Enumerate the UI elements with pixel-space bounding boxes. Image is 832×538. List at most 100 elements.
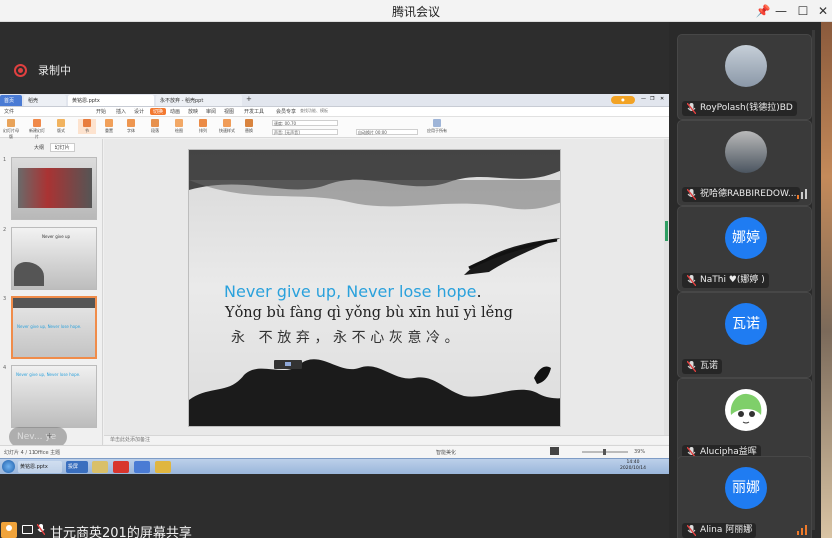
ribbon-quick-style[interactable]: 快速样式 [218,119,236,134]
thumb-number: 3 [3,296,7,302]
tab-home[interactable]: 首页 [0,95,22,106]
thumb-ink-shape [14,262,44,286]
menu-transition[interactable]: 切换 [150,108,167,115]
ribbon-section[interactable]: 节 [78,119,96,134]
avatar [725,131,767,173]
slide-thumbnail-pane: 大纲 幻灯片 1 2 Never give up 3 Never give up… [0,139,103,447]
auto-advance-field[interactable]: 自动换片 00:00 [356,129,418,135]
avatar: 瓦诺 [725,303,767,345]
slide-thumb-2[interactable]: Never give up [11,227,97,290]
muted-mic-icon [687,275,696,286]
thumb-image [18,168,92,208]
panel-scrollbar[interactable] [812,30,815,530]
tab-slides[interactable]: 幻灯片 [49,143,75,152]
ribbon-font[interactable]: 字体 [122,119,140,134]
user-pill[interactable]: ● [611,96,635,104]
menu-animation[interactable]: 动画 [170,108,180,115]
participant-name: 瓦诺 [682,359,723,374]
participant-card[interactable]: 丽娜 Alina 阿丽娜 [677,456,812,538]
participant-card[interactable]: RoyPolash(钱德拉)BD [677,34,812,120]
restore-icon[interactable]: ❐ [650,96,654,102]
ribbon-master[interactable]: 幻灯片母版 [2,119,20,140]
participant-card[interactable]: 娜婷 NaThi ♥(娜婷 ) [677,206,812,292]
participant-name: NaThi ♥(娜婷 ) [682,273,769,288]
menu-member[interactable]: 会员专享 [276,108,296,115]
menu-file[interactable]: 文件 [4,108,14,115]
recording-indicator[interactable]: 录制中 [14,62,71,78]
name-text: RoyPolash(钱德拉)BD [700,103,793,113]
play-icon[interactable] [550,447,559,455]
menu-developer[interactable]: 开发工具 [244,108,264,115]
meeting-icon[interactable] [134,461,150,473]
menu-view[interactable]: 视图 [224,108,234,115]
close-icon[interactable]: ✕ [660,96,664,102]
name-text: 祝哈德RABBIREDOW... [700,189,797,199]
participant-card[interactable]: Alucipha益晖 [677,378,812,464]
folder-icon[interactable] [92,461,108,473]
avatar [725,389,767,431]
scroll-thumb[interactable] [665,221,668,241]
status-bar: 幻灯片 4 / 11 Office 主题 智能美化 39% [0,445,669,458]
new-tab-button[interactable]: + [246,95,256,106]
apply-all-button[interactable]: 应用于所有 [426,119,448,134]
ribbon-new-slide[interactable]: 新建幻灯片 [28,119,46,140]
zoom-slider-knob[interactable] [603,449,606,455]
wps-icon[interactable] [113,461,129,473]
add-slide-icon[interactable]: + [46,431,53,440]
slide-thumb-4[interactable]: Never give up, Never lose hope. [11,365,97,428]
minimize-icon[interactable]: — [641,96,646,102]
close-button[interactable]: ✕ [812,2,832,20]
menu-slideshow[interactable]: 放映 [188,108,198,115]
menu-home[interactable]: 开始 [96,108,106,115]
ribbon-draw[interactable]: 绘图 [170,119,188,134]
presenter-icon [1,522,17,538]
signal-icon [797,525,808,535]
tab-outline[interactable]: 大纲 [30,144,48,151]
wps-menu-bar: 文件 开始 插入 设计 切换 动画 放映 审阅 视图 开发工具 会员专享 查找功… [0,107,669,117]
floating-caption-chip[interactable]: Nev... ye [9,427,67,447]
thumb-pane-tabs: 大纲 幻灯片 [30,143,75,152]
minimize-button[interactable]: — [770,2,792,20]
notes-input[interactable]: 单击此处添加备注 [104,435,669,444]
taskbar-item-pptx[interactable]: 黄铭恩.pptx [18,461,62,473]
ribbon-layout[interactable]: 版式 [52,119,70,134]
ribbon-replace[interactable]: 替换 [240,119,258,134]
start-button[interactable] [2,460,15,473]
english-period: . [476,282,482,301]
taskbar-clock: 14:40 2020/10/14 [620,460,646,472]
name-text: Alina 阿丽娜 [700,525,753,535]
player-icon[interactable] [155,461,171,473]
tab-template[interactable]: 永不放弃 - 稻壳ppt [156,95,242,106]
muted-mic-icon [687,361,696,372]
wps-tab-bar: 首页 稻壳 黄铭恩.pptx 永不放弃 - 稻壳ppt + ● — ❐ ✕ [0,94,669,107]
thumb-number: 1 [3,157,7,163]
slide-chinese-text: 永 不放弃，永不心灰意冷。 [231,330,464,346]
smart-beautify[interactable]: 智能美化 [436,449,456,456]
tab-pptx-file[interactable]: 黄铭恩.pptx [68,95,154,106]
muted-mic-icon [687,525,696,536]
theme-name: Office 主题 [34,450,61,456]
muted-mic-icon [687,189,696,200]
ribbon-reset[interactable]: 重置 [100,119,118,134]
slide-pinyin-text: Yǒng bù fàng qì yǒng bù xīn huī yì lěng [225,305,513,321]
slide-thumb-1[interactable] [11,157,97,220]
slide-thumb-3[interactable]: Never give up, Never lose hope. [11,296,97,359]
sound-field[interactable]: 声音: [无声音] [272,129,338,135]
name-text: NaThi ♥(娜婷 ) [700,275,765,285]
thumb-text: Never give up, Never lose hope. [17,324,82,329]
menu-design[interactable]: 设计 [134,108,144,115]
taskbar-item-cast[interactable]: 投屏 [66,461,88,473]
maximize-button[interactable]: ☐ [792,2,814,20]
menu-review[interactable]: 审阅 [206,108,216,115]
share-label: 甘元商英201的屏幕共享 [50,526,192,538]
current-slide[interactable]: Never give up, Never lose hope. Yǒng bù … [188,149,561,427]
participant-card[interactable]: 瓦诺 瓦诺 [677,292,812,378]
menu-insert[interactable]: 插入 [116,108,126,115]
ribbon-paragraph[interactable]: 段落 [146,119,164,134]
tab-docer[interactable]: 稻壳 [24,95,66,106]
slide-playback-control[interactable] [274,360,302,369]
ribbon-arrange[interactable]: 排列 [194,119,212,134]
participant-card[interactable]: 祝哈德RABBIREDOW... [677,120,812,206]
search-input[interactable]: 查找功能、模板 [300,108,355,116]
duration-field[interactable]: 速度: 00.70 [272,120,338,126]
